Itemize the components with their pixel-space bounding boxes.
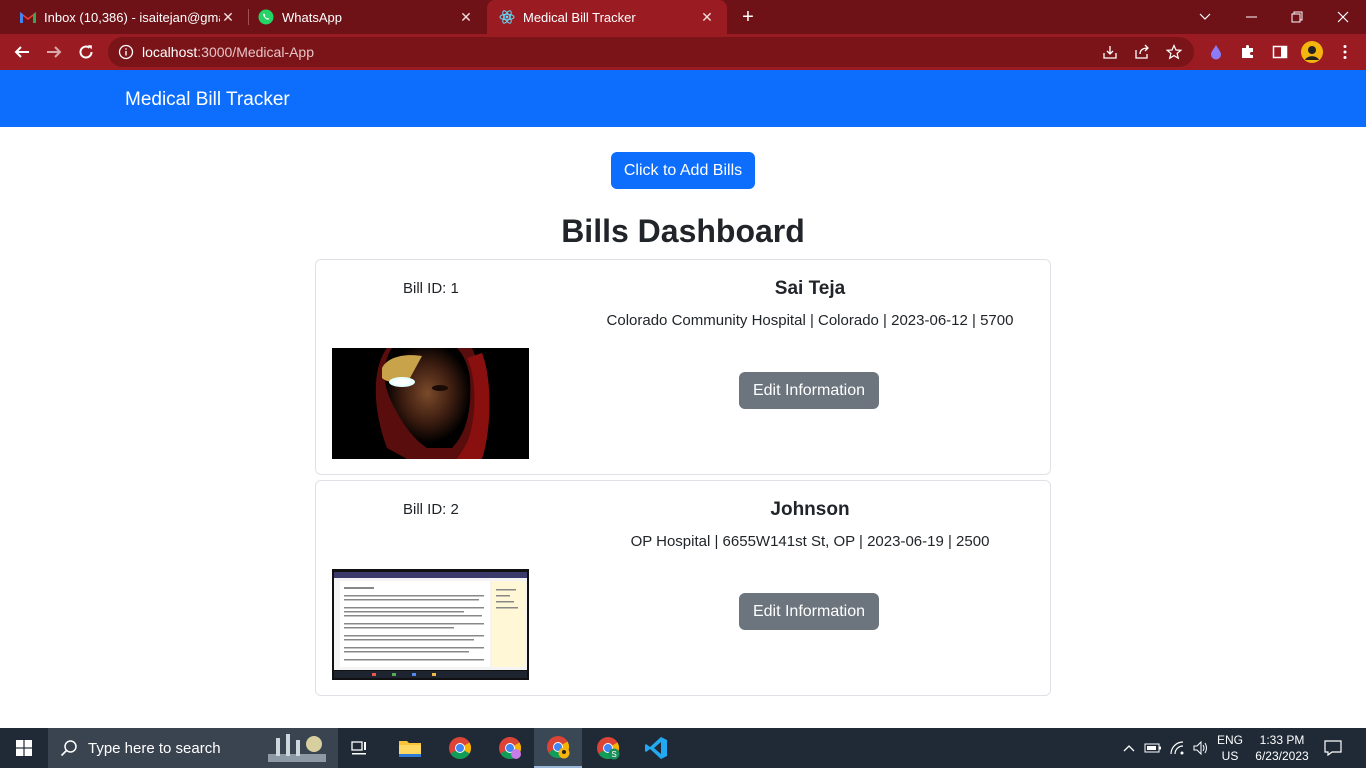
- close-icon[interactable]: ✕: [220, 9, 236, 25]
- search-icon: [60, 739, 78, 757]
- forward-arrow-icon[interactable]: [42, 40, 66, 64]
- side-panel-icon[interactable]: [1271, 43, 1289, 61]
- windows-start-icon[interactable]: [0, 728, 48, 768]
- search-placeholder: Type here to search: [88, 740, 221, 757]
- search-highlight-image: [266, 730, 328, 766]
- profile-avatar[interactable]: [1301, 41, 1323, 63]
- region-code: US: [1221, 749, 1239, 763]
- whatsapp-icon: [258, 9, 274, 25]
- notification-icon[interactable]: [1318, 728, 1348, 768]
- wifi-icon[interactable]: [1167, 728, 1189, 768]
- close-icon[interactable]: ✕: [699, 9, 715, 25]
- chrome-icon[interactable]: [436, 728, 484, 768]
- browser-toolbar: localhost:3000/Medical-App: [0, 34, 1366, 70]
- language-indicator[interactable]: ENG US: [1212, 732, 1248, 764]
- share-icon[interactable]: [1134, 44, 1150, 60]
- windows-taskbar: Type here to search S ENG US 1:33 PM 6/2…: [0, 728, 1366, 768]
- tab-search-icon[interactable]: [1182, 0, 1228, 34]
- add-bills-button[interactable]: Click to Add Bills: [611, 152, 755, 189]
- bill-details: Colorado Community Hospital | Colorado |…: [606, 312, 1014, 329]
- bill-image: [332, 569, 529, 680]
- chrome-profile-icon[interactable]: [486, 728, 534, 768]
- url-path: :3000/Medical-App: [197, 44, 315, 60]
- tab-separator: [248, 9, 249, 25]
- edit-information-button[interactable]: Edit Information: [739, 593, 879, 630]
- bill-image: [332, 348, 529, 459]
- chrome-s-icon[interactable]: S: [584, 728, 632, 768]
- system-clock[interactable]: 1:33 PM 6/23/2023: [1250, 732, 1314, 764]
- minimize-icon[interactable]: [1228, 0, 1274, 34]
- bill-details: OP Hospital | 6655W141st St, OP | 2023-0…: [630, 533, 990, 550]
- restore-icon[interactable]: [1274, 0, 1320, 34]
- navbar-brand[interactable]: Medical Bill Tracker: [125, 89, 290, 111]
- tab-gmail[interactable]: Inbox (10,386) - isaitejan@gmail.com ✕: [0, 0, 248, 34]
- bookmark-star-icon[interactable]: [1165, 44, 1183, 60]
- tab-title: Inbox (10,386) - isaitejan@gmail.com: [44, 9, 220, 25]
- info-icon[interactable]: [118, 44, 134, 60]
- file-explorer-icon[interactable]: [386, 728, 434, 768]
- close-window-icon[interactable]: [1320, 0, 1366, 34]
- tab-whatsapp[interactable]: WhatsApp ✕: [250, 0, 486, 34]
- chrome-active-icon[interactable]: [534, 728, 582, 768]
- extension-droplet-icon[interactable]: [1207, 43, 1225, 61]
- vscode-icon[interactable]: [632, 728, 680, 768]
- taskbar-search-input[interactable]: Type here to search: [48, 728, 338, 768]
- react-icon: [499, 9, 515, 25]
- clock-time: 1:33 PM: [1259, 733, 1305, 747]
- new-tab-icon[interactable]: +: [738, 6, 758, 28]
- close-icon[interactable]: ✕: [458, 9, 474, 25]
- language-code: ENG: [1216, 733, 1243, 747]
- tab-title: WhatsApp: [282, 9, 342, 25]
- edit-information-button[interactable]: Edit Information: [739, 372, 879, 409]
- tab-title: Medical Bill Tracker: [523, 9, 636, 25]
- gmail-icon: [20, 9, 36, 25]
- url-text: localhost:3000/Medical-App: [142, 44, 314, 60]
- show-hidden-icons-chevron-icon[interactable]: [1120, 728, 1138, 768]
- volume-icon[interactable]: [1190, 728, 1212, 768]
- bill-id: Bill ID: 1: [403, 280, 459, 297]
- task-view-icon[interactable]: [336, 728, 384, 768]
- tab-medical-bill-tracker[interactable]: Medical Bill Tracker ✕: [487, 0, 727, 34]
- bill-id: Bill ID: 2: [403, 501, 459, 518]
- patient-name: Johnson: [770, 499, 850, 520]
- extensions-puzzle-icon[interactable]: [1239, 43, 1257, 61]
- svg-text:S: S: [611, 750, 616, 759]
- bill-card: Bill ID: 2 Johnson OP Hospital | 6655W14…: [315, 480, 1051, 696]
- install-app-icon[interactable]: [1102, 44, 1118, 60]
- back-arrow-icon[interactable]: [10, 40, 34, 64]
- reload-icon[interactable]: [74, 40, 98, 64]
- app-navbar: Medical Bill Tracker: [0, 70, 1366, 127]
- bill-card: Bill ID: 1 Sai Teja Colorado Community H…: [315, 259, 1051, 475]
- more-menu-icon[interactable]: [1336, 43, 1354, 61]
- battery-icon[interactable]: [1142, 728, 1164, 768]
- dashboard-title: Bills Dashboard: [561, 213, 805, 249]
- url-host: localhost: [142, 44, 198, 60]
- clock-date: 6/23/2023: [1255, 749, 1309, 763]
- address-bar[interactable]: localhost:3000/Medical-App: [108, 37, 1194, 67]
- browser-tab-strip: Inbox (10,386) - isaitejan@gmail.com ✕ W…: [0, 0, 1366, 34]
- patient-name: Sai Teja: [774, 278, 846, 299]
